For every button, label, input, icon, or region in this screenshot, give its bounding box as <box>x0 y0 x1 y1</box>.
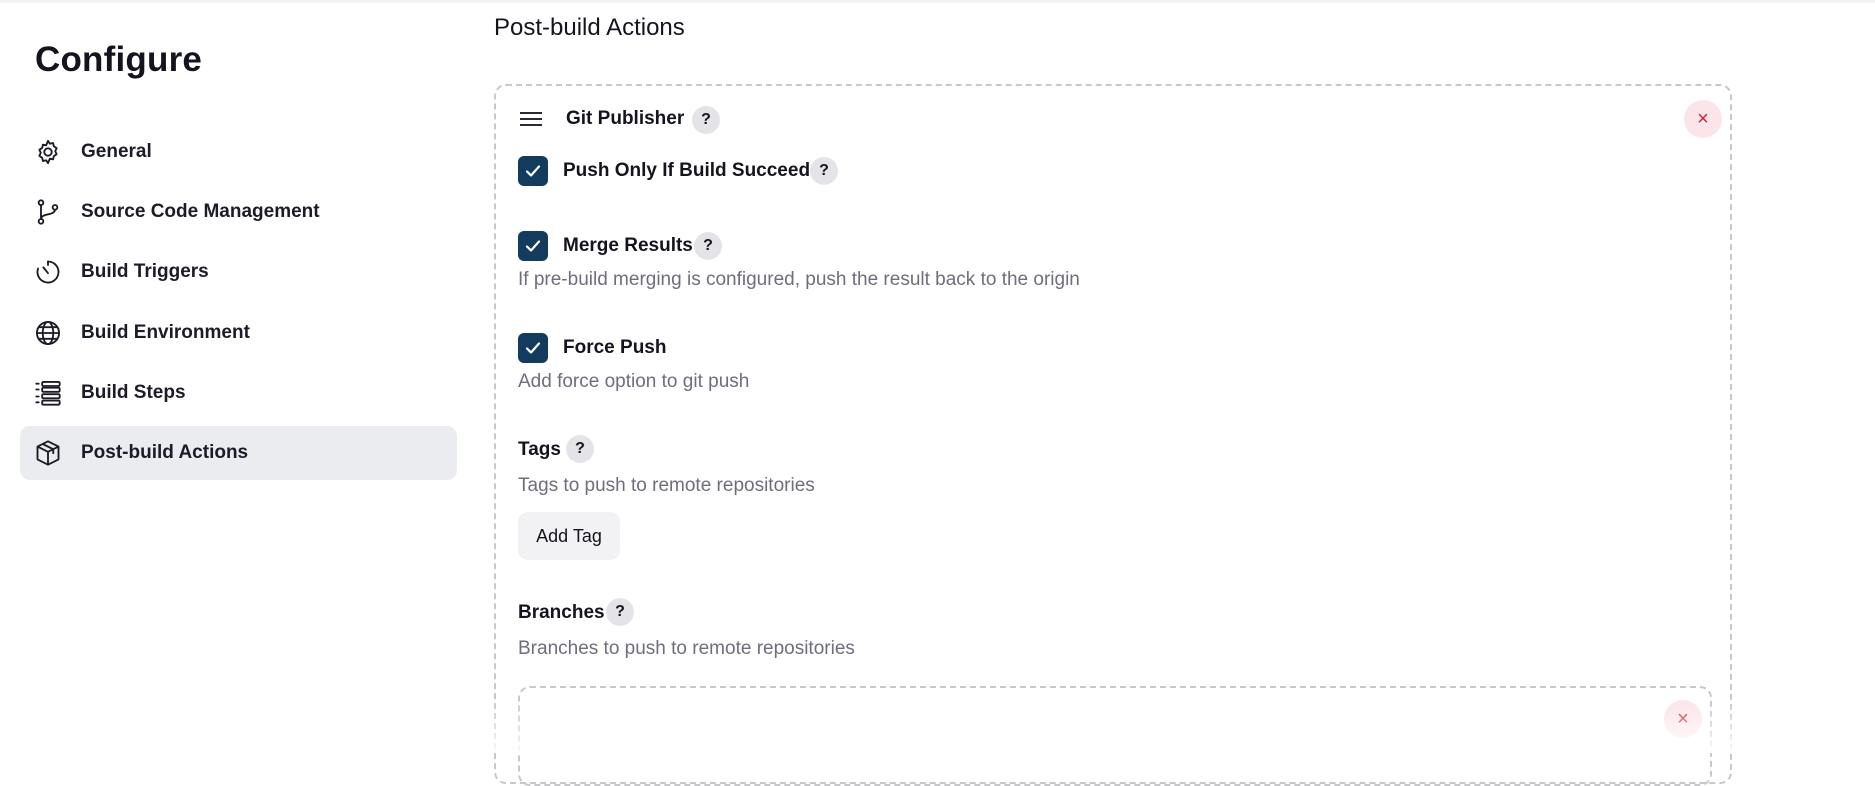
sidebar-item-general[interactable]: General <box>20 125 457 179</box>
sidebar-item-source-code-management[interactable]: Source Code Management <box>20 185 457 239</box>
sidebar-item-label: General <box>81 141 152 162</box>
remove-branch-button[interactable]: × <box>1664 700 1702 738</box>
push-only-help-icon[interactable]: ? <box>810 157 838 185</box>
sidebar-item-build-environment[interactable]: Build Environment <box>20 306 457 360</box>
sidebar-item-label: Source Code Management <box>81 201 320 222</box>
merge-results-help-icon[interactable]: ? <box>694 232 722 260</box>
section-title: Post-build Actions <box>494 14 685 41</box>
gear-icon <box>34 138 62 166</box>
checkmark-icon <box>525 240 541 252</box>
sidebar-item-build-steps[interactable]: Build Steps <box>20 366 457 420</box>
merge-results-checkbox[interactable] <box>518 231 548 261</box>
list-icon <box>34 379 62 407</box>
checkmark-icon <box>525 165 541 177</box>
git-publisher-card: Git Publisher ? × Push Only If Build Suc… <box>494 84 1732 786</box>
push-only-if-build-succeeds-checkbox[interactable] <box>518 156 548 186</box>
globe-icon <box>34 319 62 347</box>
sidebar-item-label: Build Steps <box>81 382 186 403</box>
branch-entry-card: × <box>518 686 1712 786</box>
branches-description: Branches to push to remote repositories <box>518 638 855 659</box>
drag-handle-icon[interactable] <box>520 112 542 128</box>
force-push-description: Add force option to git push <box>518 371 750 392</box>
publisher-help-icon[interactable]: ? <box>692 106 720 134</box>
timer-icon <box>34 258 62 286</box>
sidebar-item-label: Post-build Actions <box>81 442 249 463</box>
top-divider <box>0 0 1875 3</box>
remove-publisher-button[interactable]: × <box>1684 100 1722 138</box>
add-tag-button[interactable]: Add Tag <box>518 512 620 560</box>
sidebar-item-post-build-actions[interactable]: Post-build Actions <box>20 426 457 480</box>
branches-help-icon[interactable]: ? <box>606 598 634 626</box>
page-title: Configure <box>35 40 203 79</box>
checkbox-label: Push Only If Build Succeeds <box>563 160 821 181</box>
sidebar-item-label: Build Triggers <box>81 261 209 282</box>
package-icon <box>34 439 62 467</box>
sidebar-item-build-triggers[interactable]: Build Triggers <box>20 245 457 299</box>
tags-help-icon[interactable]: ? <box>566 435 594 463</box>
sidebar-item-label: Build Environment <box>81 322 250 343</box>
force-push-checkbox[interactable] <box>518 333 548 363</box>
checkbox-label: Merge Results <box>563 235 693 256</box>
tags-description: Tags to push to remote repositories <box>518 475 815 496</box>
merge-results-description: If pre-build merging is configured, push… <box>518 269 1080 290</box>
git-branch-icon <box>34 198 62 226</box>
publisher-title: Git Publisher <box>566 108 685 129</box>
tags-label: Tags <box>518 439 561 460</box>
checkbox-label: Force Push <box>563 337 667 358</box>
checkmark-icon <box>525 342 541 354</box>
branches-label: Branches <box>518 602 605 623</box>
